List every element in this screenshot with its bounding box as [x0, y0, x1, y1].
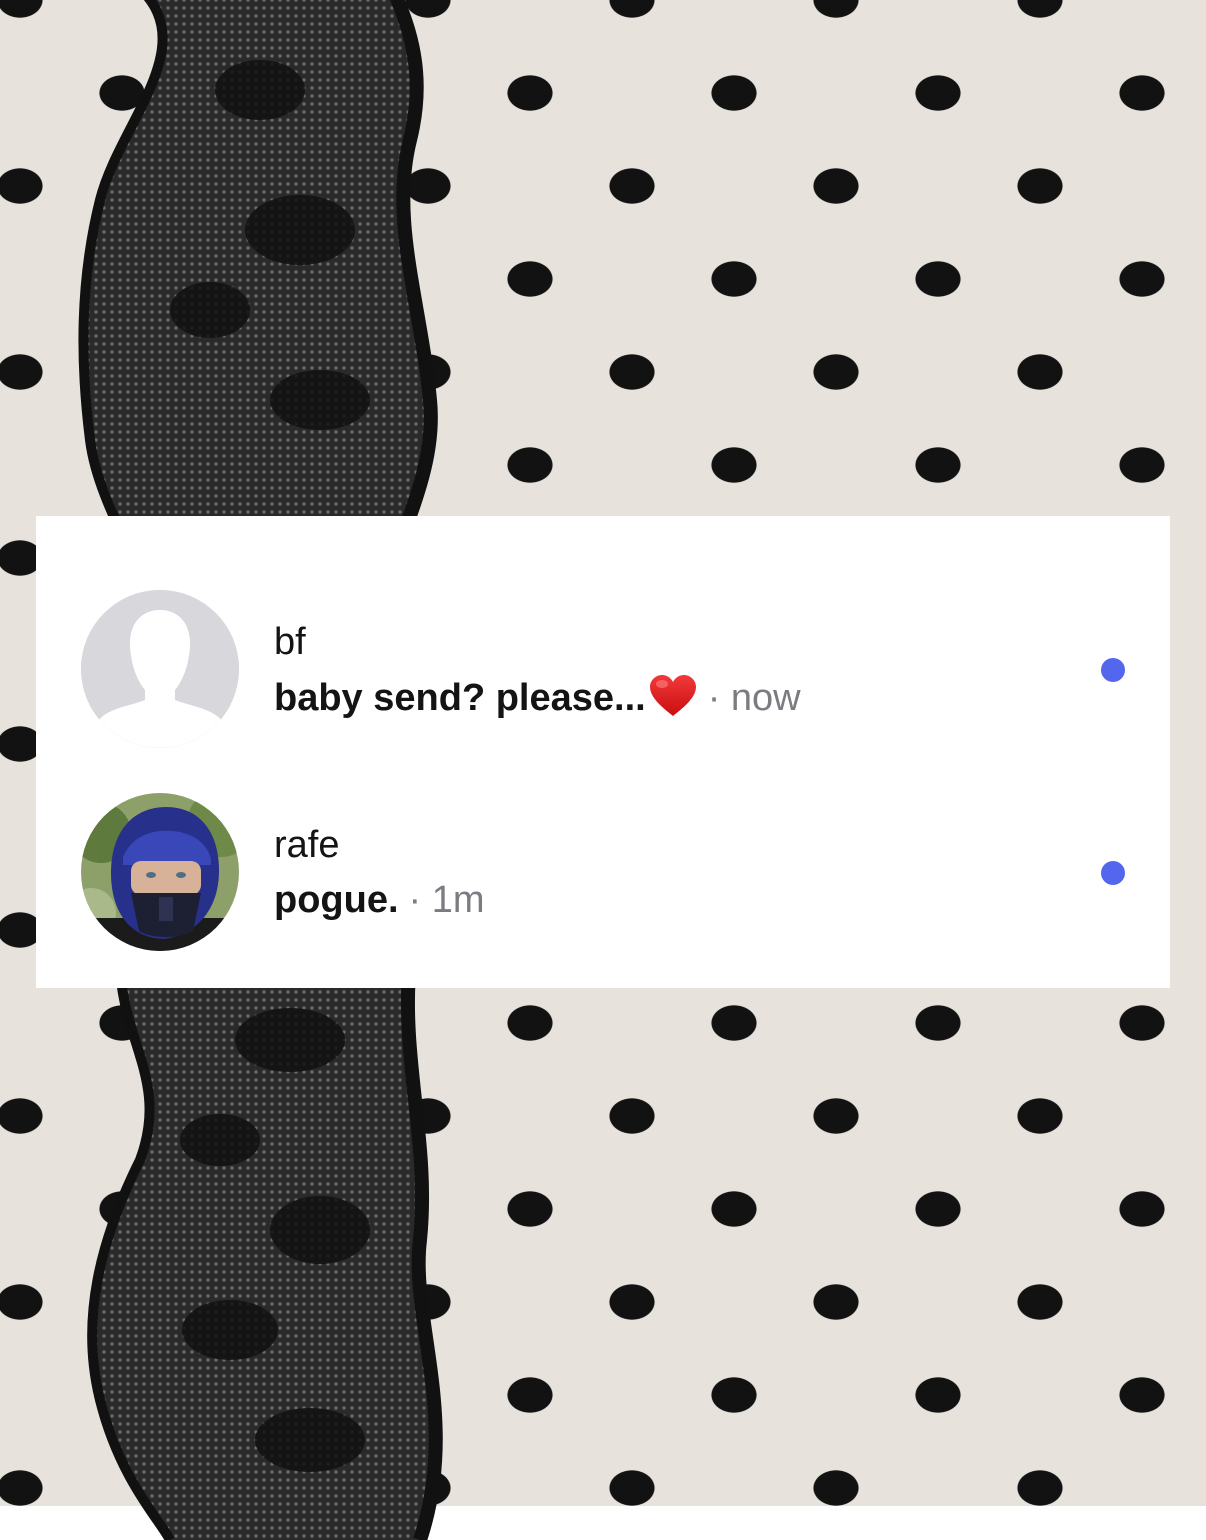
sender-name: bf	[274, 621, 306, 663]
message-preview: baby send? please... · now	[274, 674, 801, 729]
message-text: pogue.	[274, 879, 399, 921]
message-text: baby send? please...	[274, 677, 646, 719]
default-avatar-icon[interactable]	[81, 590, 239, 748]
helmet-avatar[interactable]	[81, 793, 239, 951]
sender-name: rafe	[274, 824, 340, 866]
conversation-row-bf[interactable]: bf baby send? please... · now	[36, 590, 1170, 750]
message-preview: pogue. · 1m	[274, 877, 485, 923]
separator-dot: ·	[408, 879, 422, 921]
unread-indicator	[1101, 861, 1125, 885]
conversation-row-rafe[interactable]: rafe pogue. · 1m	[36, 793, 1170, 953]
timestamp: now	[730, 677, 801, 719]
timestamp: 1m	[431, 879, 485, 921]
unread-indicator	[1101, 658, 1125, 682]
heart-icon	[648, 674, 698, 729]
message-notification-card: bf baby send? please... · now rafe pogue…	[36, 516, 1170, 988]
separator-dot: ·	[707, 677, 721, 719]
